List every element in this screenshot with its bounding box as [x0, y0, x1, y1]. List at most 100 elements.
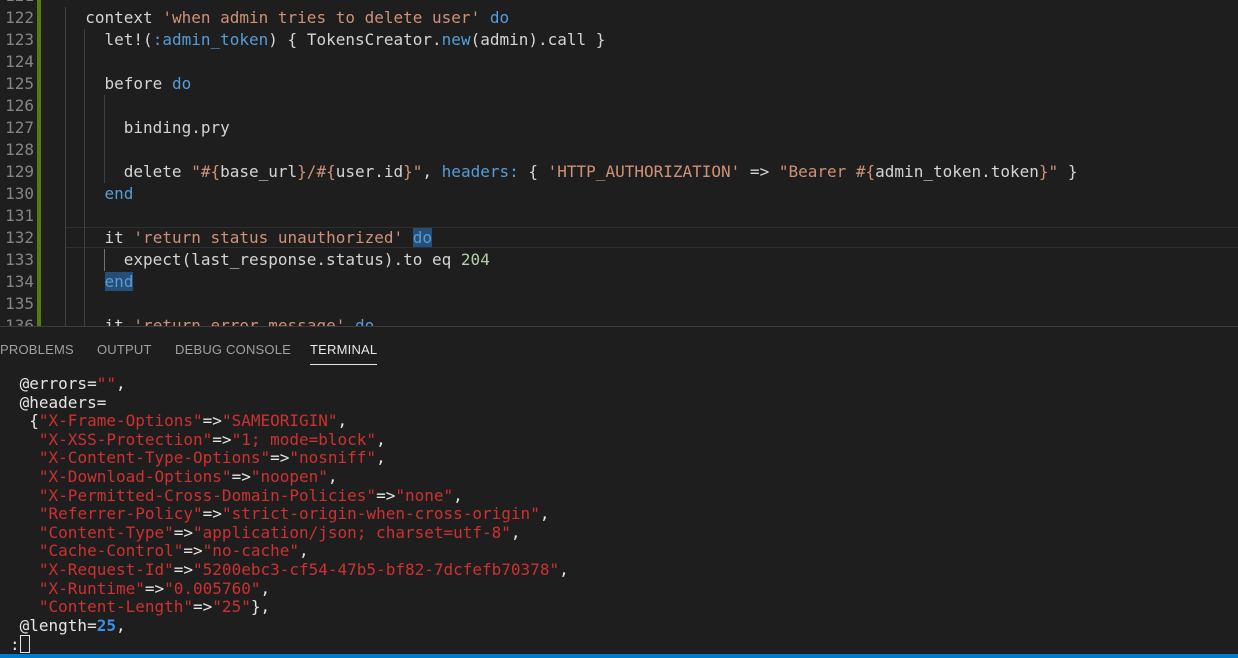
tab-debug-console[interactable]: DEBUG CONSOLE	[175, 342, 291, 357]
string-token: "#{	[191, 162, 221, 181]
string-token: 'return error message'	[133, 316, 346, 326]
indent-guide	[84, 117, 86, 139]
terminal-text: "SAMEORIGIN"	[221, 411, 338, 431]
panel-tabs: PROBLEMS OUTPUT DEBUG CONSOLE TERMINAL	[0, 327, 1238, 367]
indent-guide	[84, 29, 86, 51]
indent-guide	[65, 161, 66, 183]
indent-guide	[103, 249, 105, 271]
terminal-text: "none"	[395, 485, 454, 505]
indent-guide	[84, 205, 86, 227]
code-line: 127 binding.pry	[0, 117, 1238, 139]
terminal-text: ,	[115, 374, 126, 393]
keyword-token: do	[171, 74, 192, 93]
code-token: context	[85, 8, 163, 27]
code-text: delete "#{base_url}/#{user.id}", headers…	[124, 161, 1078, 183]
code-line: 131	[0, 205, 1238, 227]
git-modified-marker	[37, 0, 41, 7]
git-modified-marker	[37, 183, 41, 205]
indent-guide	[65, 315, 66, 326]
terminal-text: @headers=	[10, 392, 107, 412]
line-number: 130	[5, 184, 34, 203]
terminal-line: "Cache-Control"=>"no-cache",	[10, 542, 1230, 561]
keyword-token: do	[489, 8, 510, 27]
terminal-text: "X-Runtime"	[38, 578, 145, 598]
git-modified-marker	[37, 7, 41, 29]
terminal-text: },	[250, 597, 271, 617]
line-number: 126	[5, 96, 34, 115]
indent-guide	[84, 73, 86, 95]
terminal-line: "X-Content-Type-Options"=>"nosniff",	[10, 449, 1230, 468]
code-text: context 'when admin tries to delete user…	[85, 7, 509, 29]
line-number: 124	[5, 52, 34, 71]
indent-guide	[65, 271, 66, 293]
terminal-text: "nosniff"	[289, 448, 377, 468]
line-number: 128	[5, 140, 34, 159]
terminal-line: "X-XSS-Protection"=>"1; mode=block",	[10, 429, 1230, 450]
code-text: before do	[105, 73, 192, 95]
indent-guide	[65, 29, 66, 51]
terminal-text: "Referrer-Policy"	[38, 504, 203, 524]
code-token: (admin).call }	[470, 30, 606, 49]
terminal-text: =>	[376, 485, 396, 505]
indent-guide	[84, 293, 86, 315]
terminal-line: @errors="",	[10, 374, 1230, 394]
terminal-text: ""	[96, 374, 116, 393]
terminal-text: =>	[231, 466, 251, 486]
terminal-text: "X-Content-Type-Options"	[38, 448, 271, 468]
keyword-token: do	[354, 316, 375, 326]
indent-guide	[65, 7, 66, 29]
terminal-line: @length=25,	[10, 615, 1230, 636]
code-token: let!(	[104, 30, 153, 49]
code-line: 124	[0, 51, 1238, 73]
code-text: it 'return status unauthorized' do	[105, 227, 433, 249]
tab-problems[interactable]: PROBLEMS	[0, 342, 74, 357]
terminal-text: =>	[212, 429, 232, 449]
terminal-text: 25	[96, 615, 116, 635]
git-modified-marker	[37, 227, 41, 249]
terminal-output[interactable]: @errors="", @headers= {"X-Frame-Options"…	[10, 374, 1230, 654]
terminal-text: "Content-Length"	[38, 597, 194, 617]
code-editor[interactable]: 121122 context 'when admin tries to delet…	[0, 0, 1238, 326]
terminal-text: "5200ebc3-cf54-47b5-bf82-7dcfefb70378"	[193, 559, 560, 579]
code-token: ,	[422, 162, 442, 181]
terminal-line: {"X-Frame-Options"=>"SAMEORIGIN",	[10, 411, 1230, 431]
code-token: ) { TokensCreator.	[268, 30, 442, 49]
code-token: 204	[460, 250, 490, 269]
indent-guide	[84, 161, 86, 183]
terminal-text: ,	[327, 466, 338, 486]
indent-guide	[65, 117, 66, 139]
terminal-line: "Content-Length"=>"25"},	[10, 597, 1230, 617]
line-number: 133	[5, 250, 34, 269]
terminal-text: =>	[173, 559, 194, 579]
terminal-text: ,	[299, 541, 309, 561]
code-token: =>	[740, 162, 779, 181]
string-token: }"	[1038, 162, 1059, 181]
code-token: it	[104, 228, 134, 247]
indent-guide	[84, 315, 86, 326]
line-number: 134	[5, 272, 34, 291]
string-token: 'HTTP_AUTHORIZATION'	[547, 162, 741, 181]
terminal-text: "X-XSS-Protection"	[38, 429, 213, 449]
terminal-line: "X-Permitted-Cross-Domain-Policies"=>"no…	[10, 485, 1230, 506]
terminal-text: =>	[193, 597, 213, 617]
active-tab-indicator	[310, 364, 377, 365]
git-modified-marker	[37, 139, 41, 161]
tab-terminal[interactable]: TERMINAL	[310, 342, 377, 357]
code-token: headers:	[441, 162, 519, 181]
keyword-token: new	[441, 30, 471, 49]
terminal-text: :	[10, 635, 20, 655]
terminal-text: =>	[144, 578, 165, 598]
indent-guide	[84, 51, 86, 73]
code-line: 136 it 'return error message' do	[0, 315, 1238, 326]
terminal-text: "0.005760"	[164, 578, 261, 598]
code-text: expect(last_response.status).to eq 204	[124, 249, 490, 271]
indent-guide	[84, 183, 86, 205]
tab-output[interactable]: OUTPUT	[97, 342, 152, 357]
terminal-text: ,	[260, 578, 271, 598]
line-number: 122	[5, 8, 34, 27]
terminal-line: :	[10, 635, 1230, 654]
